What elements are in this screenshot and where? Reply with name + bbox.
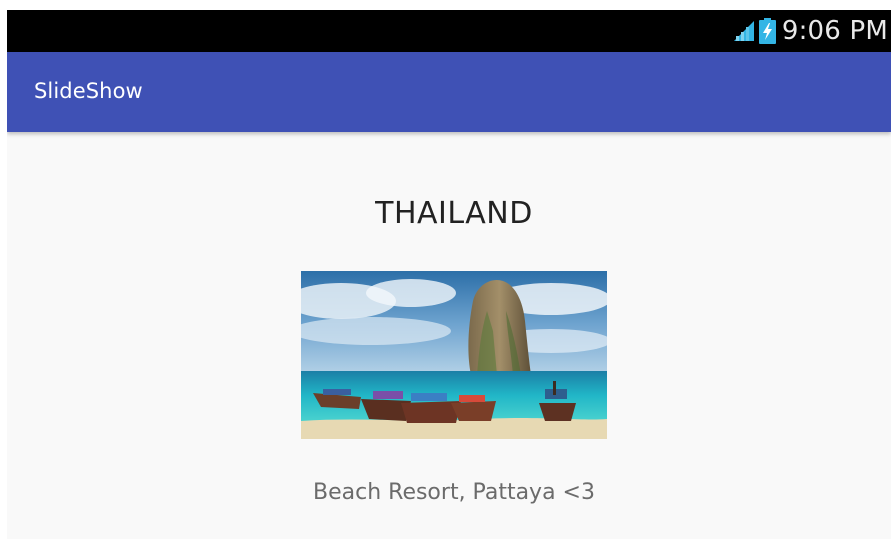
status-icons: 9:06 PM (733, 10, 888, 52)
battery-charging-icon (758, 18, 776, 44)
status-bar: 9:06 PM (7, 10, 891, 52)
device-screen: 9:06 PM SlideShow THAILAND Beach Resort,… (7, 10, 891, 539)
app-bar: SlideShow (7, 52, 891, 132)
signal-icon (733, 21, 754, 41)
status-clock: 9:06 PM (781, 16, 888, 46)
slide-content: THAILAND Beach Resort, Pattaya <3 (7, 132, 891, 539)
app-title: SlideShow (34, 79, 143, 103)
slide-title: THAILAND (375, 196, 533, 231)
slide-caption: Beach Resort, Pattaya <3 (313, 480, 595, 505)
slide-image[interactable] (301, 271, 607, 439)
